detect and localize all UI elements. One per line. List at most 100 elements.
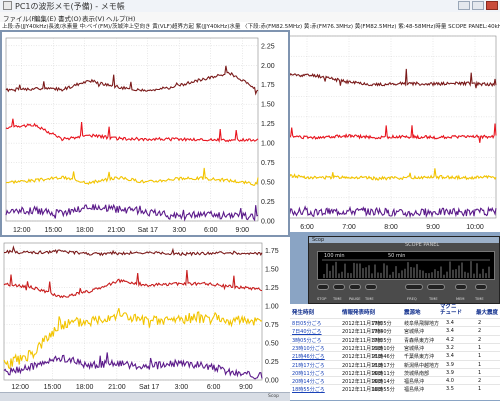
y-tick-label: 0.00 (265, 378, 279, 385)
y-tick-label: 1.50 (265, 266, 279, 273)
y-tick-label: 0.75 (261, 160, 275, 167)
row-link-occurrence[interactable]: 18時55分ごろ (292, 386, 325, 393)
y-tick-label: 1.75 (265, 248, 279, 255)
scope-btn-label-mem: MEM (456, 297, 465, 301)
y-tick-label: 1.50 (261, 102, 275, 109)
table-cell: 1 (478, 344, 482, 351)
x-tick-label: 12:00 (13, 227, 31, 234)
menu-bar: ファイル(F) 編集(E) 書式(O) 表示(V) ヘルプ(H) (0, 12, 500, 23)
table-cell: 1 (478, 369, 482, 376)
window-title: PC1の波形メモ(予備) - メモ帳 (15, 2, 125, 11)
table-cell: 18時55分 (372, 387, 395, 394)
table-cell: 2 (478, 378, 482, 385)
y-tick-label: 1.00 (261, 141, 275, 148)
x-tick-label: 15:00 (44, 227, 62, 234)
y-tick-label: 2.25 (261, 43, 275, 50)
scope-btn-label-time2: TIME (365, 297, 374, 301)
table-cell: 1 (478, 353, 482, 360)
table-row[interactable]: 18時55分ごろ 2012年11月16日 18時55分 福島県沖 3.5 1 (290, 384, 500, 393)
col-header-occurrence: 発生時刻 (292, 310, 315, 316)
chart-bottom-left: 12:00 15:00 18:00 21:00 Sat 17 3:00 6:00 9:00 0.… (0, 237, 290, 392)
notepad-app-icon (3, 1, 12, 10)
x-tick-label: 8:00 (384, 224, 398, 231)
table-cell: 4.0 (446, 378, 454, 385)
table-cell: 3.4 (446, 328, 454, 335)
y-tick-label: 1.00 (265, 303, 279, 310)
scope-btn-label-pause: PAUSE (349, 297, 361, 301)
scope-time-button-3[interactable] (427, 284, 445, 290)
x-tick-label: 21:00 (107, 227, 125, 234)
x-tick-label: 18:00 (76, 227, 94, 234)
table-cell: 3.9 (446, 369, 454, 376)
table-cell: 3.5 (446, 386, 454, 393)
x-tick-label: 18:00 (76, 384, 94, 391)
y-tick-label: 0.75 (265, 322, 279, 329)
table-cell: 福島県沖 (404, 387, 425, 394)
table-header: 発生時刻 情報発表時刻 震源地 マグニ チュード 最大震度 (290, 304, 500, 318)
x-tick-label: 12:00 (11, 384, 29, 391)
col-header-magnitude: マグニ チュード (440, 304, 463, 316)
scope-panel: Scop SCOPE PANEL 100 min 50 min STOP TIM… (308, 236, 500, 304)
scope-label: SCOPE PANEL (405, 242, 440, 248)
table-cell: 3.2 (446, 344, 454, 351)
chart-svg-0: 12:00 15:00 18:00 21:00 Sat 17 3:00 6:00 9:00 0.… (5, 37, 275, 234)
y-tick-label: 0.00 (261, 219, 275, 226)
maximize-icon[interactable] (472, 1, 484, 10)
plot-area (3, 242, 263, 381)
table-cell: 2 (478, 328, 482, 335)
y-tick-label: 2.00 (261, 63, 275, 70)
x-tick-label: 9:00 (239, 384, 253, 391)
table-cell: 1 (478, 386, 482, 393)
table-cell: 2 (478, 336, 482, 343)
y-tick-label: 1.25 (261, 121, 275, 128)
scope-time-button-1[interactable] (333, 284, 345, 290)
scope-mem-button[interactable] (455, 284, 467, 290)
x-tick-label: 9:00 (235, 227, 249, 234)
notepad-text: 上段:赤(JJY40kHz)長波/水素量 中:ベイ(FM)/茨城沖上空向き 黄(… (2, 24, 500, 30)
col-header-epicenter: 震源地 (404, 310, 421, 316)
minimize-icon[interactable] (458, 1, 470, 10)
chart-top-left: 12:00 15:00 18:00 21:00 Sat 17 3:00 6:00 9:00 0.… (2, 32, 288, 235)
y-tick-label: 0.50 (265, 340, 279, 347)
y-tick-label: 1.75 (261, 82, 275, 89)
x-tick-label: Sat 17 (138, 227, 158, 234)
scope-btn-label-time3: TIME (429, 297, 438, 301)
table-cell: 3.4 (446, 320, 454, 326)
table-cell: 3.4 (446, 353, 454, 360)
chart-window-top-left[interactable]: 12:00 15:00 18:00 21:00 Sat 17 3:00 6:00 9:00 0.… (0, 30, 290, 237)
scope-screen: 100 min 50 min (317, 251, 495, 280)
col-header-announced: 情報発表時刻 (342, 310, 376, 316)
col-header-intensity: 最大震度 (476, 310, 499, 316)
earthquake-table: 発生時刻 情報発表時刻 震源地 マグニ チュード 最大震度 8日05分ごろ 201… (290, 304, 500, 400)
scope-btn-label-freq: FREQ (407, 297, 417, 301)
y-tick-label: 0.25 (265, 359, 279, 366)
x-tick-label: 3:00 (175, 384, 189, 391)
table-cell: 3.9 (446, 361, 454, 368)
x-tick-label: 9:00 (426, 224, 440, 231)
scope-title: Scop (312, 237, 325, 243)
x-tick-label: 3:00 (172, 227, 186, 234)
scope-titlebar: Scop (309, 237, 499, 243)
scope-time-button-4[interactable] (475, 284, 487, 290)
window-controls (458, 1, 498, 10)
y-tick-label: 0.50 (261, 180, 275, 187)
scope-pause-button[interactable] (349, 284, 361, 290)
status-label: Scop (268, 394, 279, 399)
scope-freq-button[interactable] (405, 284, 423, 290)
table-cell: 2 (478, 320, 482, 326)
scope-btn-label-stop: STOP (317, 297, 327, 301)
x-tick-label: 6:00 (207, 384, 221, 391)
chart-svg-2: 12:00 15:00 18:00 21:00 Sat 17 3:00 6:00 9:00 0.… (3, 242, 279, 391)
scope-stop-button[interactable] (317, 284, 329, 290)
x-tick-label: 10:00 (466, 224, 484, 231)
scope-btn-label-time4: TIME (475, 297, 484, 301)
table-cell: 4.2 (446, 336, 454, 343)
scope-btn-label-time1: TIME (333, 297, 342, 301)
x-tick-label: 15:00 (44, 384, 62, 391)
close-icon[interactable] (486, 1, 498, 10)
x-tick-label: Sat 17 (139, 384, 159, 391)
x-tick-label: 21:00 (108, 384, 126, 391)
scope-time-button-2[interactable] (365, 284, 377, 290)
x-tick-label: 6:00 (204, 227, 218, 234)
x-tick-label: 7:00 (342, 224, 356, 231)
